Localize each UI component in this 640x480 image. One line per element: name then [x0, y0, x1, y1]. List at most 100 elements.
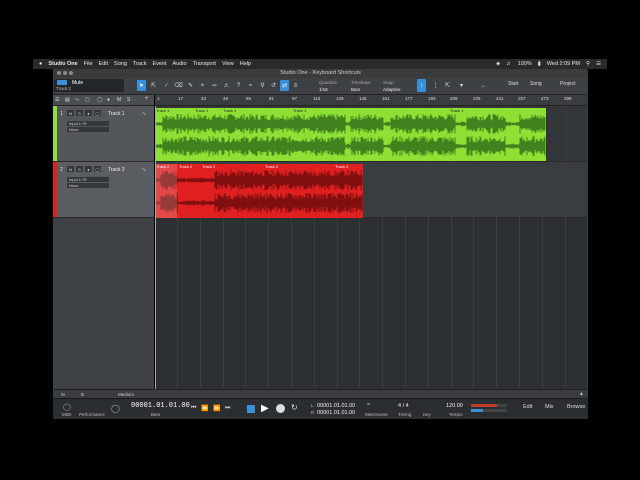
record-button[interactable]: [276, 404, 285, 413]
menu-help[interactable]: Help: [240, 61, 251, 67]
mute-button[interactable]: M: [67, 166, 74, 172]
mute-button[interactable]: M: [67, 110, 74, 116]
stop-button[interactable]: [247, 405, 255, 413]
browse-button[interactable]: Browse: [567, 404, 585, 410]
timebase-value[interactable]: Bars: [351, 87, 360, 92]
loop-button[interactable]: ↻: [291, 403, 298, 412]
bottom-m[interactable]: M: [61, 392, 65, 397]
start-arrow-icon[interactable]: ←: [479, 80, 488, 91]
rewind-icon[interactable]: ⏪: [201, 405, 208, 412]
paint-tool-icon[interactable]: ✎: [186, 80, 195, 91]
rewind-start-icon[interactable]: ⏮: [191, 405, 196, 412]
bottom-b[interactable]: B: [81, 392, 84, 397]
solo-button[interactable]: S: [76, 110, 83, 116]
battery-percent[interactable]: 100%: [518, 61, 532, 67]
record-button[interactable]: ●: [85, 166, 92, 172]
volume-icon[interactable]: ♬: [506, 61, 512, 67]
mute-all-icon[interactable]: M: [117, 97, 121, 103]
zoom-slider-icon[interactable]: ▲: [579, 391, 584, 397]
track-name[interactable]: Track 1: [108, 111, 124, 117]
loop-activity-icon[interactable]: ◯: [111, 404, 120, 413]
mix-button[interactable]: Mix: [545, 404, 554, 410]
song-button[interactable]: Song: [530, 81, 542, 87]
split-tool-icon[interactable]: ∕: [162, 80, 171, 91]
track-header-1[interactable]: 1 M S ● ◯ Track 1 ∿ Input L+R None: [53, 106, 154, 162]
battery-icon[interactable]: ▮: [538, 61, 541, 67]
input-select[interactable]: Input L+R: [67, 177, 109, 182]
position-display[interactable]: 00001.01.01.00: [131, 402, 190, 410]
list-icon[interactable]: ☰: [55, 97, 59, 103]
add-track-icon[interactable]: +: [145, 96, 149, 102]
track-height-select[interactable]: Medium: [118, 392, 134, 397]
autoscroll-icon[interactable]: ↺: [269, 80, 278, 91]
midi-icon[interactable]: ◯: [63, 403, 71, 411]
fast-forward-icon[interactable]: ⏩: [213, 405, 220, 412]
timeline-ruler[interactable]: 1 17 33 49 65 81 97 113 129 145 161 177 …: [155, 95, 588, 106]
solo-all-icon[interactable]: S: [127, 97, 130, 103]
listen-tool-icon[interactable]: ♬: [222, 80, 231, 91]
metronome-icon[interactable]: ≈: [367, 402, 370, 408]
project-button[interactable]: Project: [560, 81, 576, 87]
mute-tool-icon[interactable]: ×: [198, 80, 207, 91]
monitor-button[interactable]: ◯: [94, 166, 101, 172]
snap-value[interactable]: Adaptive: [383, 87, 401, 92]
tempo-value[interactable]: 120.00: [446, 403, 463, 409]
record-button[interactable]: ●: [85, 110, 92, 116]
menu-track[interactable]: Track: [133, 61, 147, 67]
monitor-button[interactable]: ◯: [94, 110, 101, 116]
edit-tool-icon[interactable]: ≈: [246, 80, 255, 91]
grid-toggle-icon[interactable]: ⋮: [431, 80, 440, 91]
help-icon[interactable]: ?: [234, 80, 243, 91]
menu-file[interactable]: File: [84, 61, 93, 67]
output-select[interactable]: None: [67, 127, 109, 132]
menu-edit[interactable]: Edit: [99, 61, 108, 67]
cursor-follow-icon[interactable]: ↕: [417, 79, 426, 92]
arrange-view[interactable]: Track 1 Track 1 Track 1 Track 1 Track 1 …: [155, 106, 588, 389]
menu-song[interactable]: Song: [114, 61, 127, 67]
solo-button[interactable]: S: [76, 166, 83, 172]
inspector-icon[interactable]: ▤: [65, 97, 70, 103]
monitor-icon[interactable]: ◯: [97, 97, 103, 103]
ruler-tick: 17: [178, 96, 184, 101]
track-inspector-selector[interactable]: Mute Track 2: [54, 79, 124, 92]
audio-clip-track1[interactable]: Track 1 Track 1 Track 1 Track 1 Track 1: [155, 108, 546, 161]
play-button[interactable]: ▶: [261, 403, 269, 414]
time-signature[interactable]: 4 / 4: [398, 403, 409, 409]
inspector-toggle-icon[interactable]: [57, 80, 67, 85]
snap-toggle-icon[interactable]: ⇄: [280, 80, 289, 91]
right-locator[interactable]: 00001.01.01.00: [317, 410, 355, 416]
bend-tool-icon[interactable]: ⇿: [210, 80, 219, 91]
menu-app[interactable]: Studio One: [48, 61, 77, 67]
audio-clip-track2[interactable]: Track 2 Track 2 Track 2 Track 2 Track 2: [155, 164, 363, 218]
cursor-icon[interactable]: ⇱: [443, 80, 452, 91]
search-icon[interactable]: ⚲: [586, 61, 590, 67]
menu-audio[interactable]: Audio: [173, 61, 187, 67]
forward-end-icon[interactable]: ⏭: [225, 405, 230, 412]
output-select[interactable]: None: [67, 183, 109, 188]
left-locator[interactable]: 00001.01.01.00: [317, 403, 355, 409]
quantize-value[interactable]: 1/16: [319, 87, 328, 92]
menu-transport[interactable]: Transport: [193, 61, 216, 67]
zoom-tool-icon[interactable]: ⚲: [258, 80, 267, 91]
groove-icon[interactable]: ≡: [291, 80, 300, 91]
start-button[interactable]: Start: [508, 81, 519, 87]
edit-button[interactable]: Edit: [523, 404, 532, 410]
mixdown-icon[interactable]: ▾: [457, 80, 466, 91]
menu-list-icon[interactable]: ☰: [596, 61, 601, 67]
arrow-tool-icon[interactable]: ➤: [137, 80, 146, 91]
track-header-2[interactable]: 2 M S ● ◯ Track 2 ∿ Input L+R None: [53, 162, 154, 218]
eraser-tool-icon[interactable]: ⌫: [174, 80, 183, 91]
record-arm-icon[interactable]: ●: [107, 97, 110, 103]
menu-view[interactable]: View: [222, 61, 234, 67]
folder-icon[interactable]: ▢: [85, 97, 90, 103]
track-name[interactable]: Track 2: [108, 167, 124, 173]
range-tool-icon[interactable]: ⇱: [149, 80, 158, 91]
wifi-icon[interactable]: ◈: [496, 61, 500, 67]
automation-icon[interactable]: ∿: [75, 97, 79, 103]
apple-icon[interactable]: ●: [39, 61, 42, 67]
quantize-label: Quantize: [319, 80, 338, 85]
menubar-clock[interactable]: Wed 2:09 PM: [547, 61, 580, 67]
playback-cursor[interactable]: [155, 106, 156, 389]
menu-event[interactable]: Event: [152, 61, 166, 67]
input-select[interactable]: Input L+R: [67, 121, 109, 126]
